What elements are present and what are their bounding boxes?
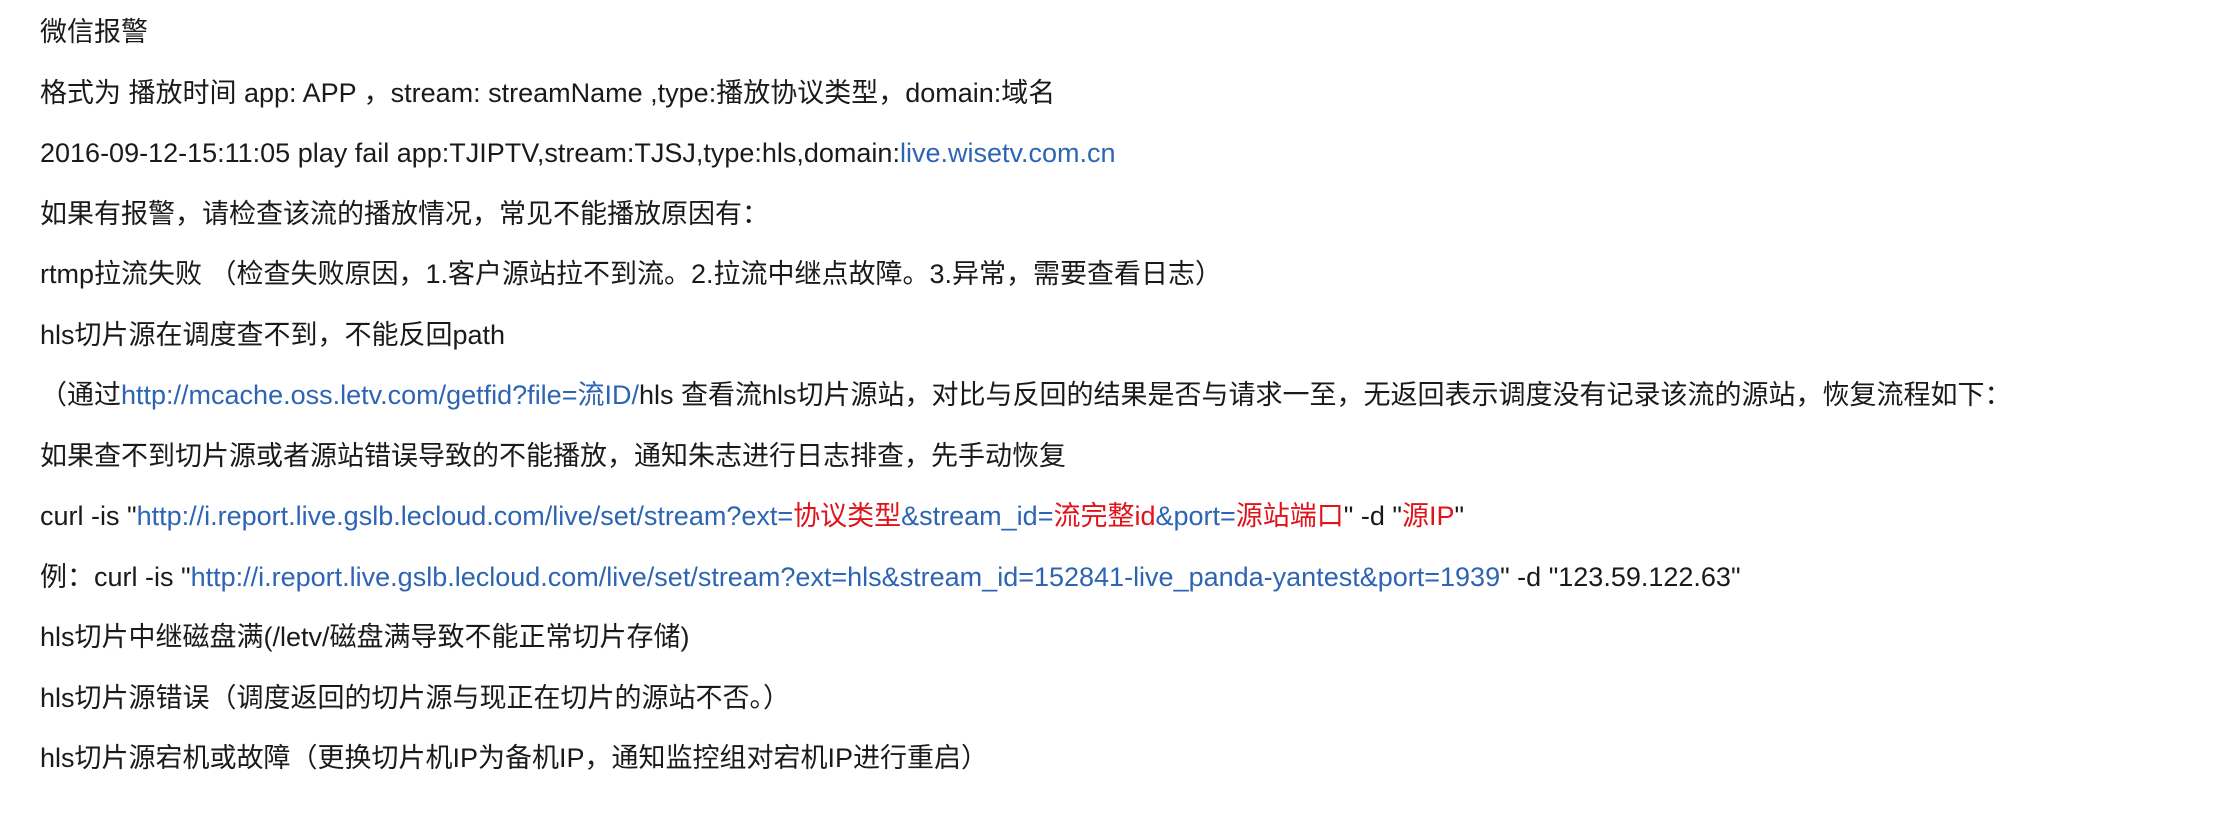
cause-hls-source-missing: hls切片源在调度查不到，不能反回path (40, 319, 506, 350)
cause-rtmp-pull-fail: rtmp拉流失败 （检查失败原因，1.客户源站拉不到流。2.拉流中继点故障。3.… (40, 259, 1223, 289)
domain-link[interactable]: live.wisetv.com.cn (900, 138, 1116, 168)
placeholder-stream-id: 流完整id (1053, 501, 1156, 531)
placeholder-source-ip: 源IP (1401, 501, 1455, 531)
report-url-link[interactable]: http://i.report.live.gslb.lecloud.com/li… (137, 501, 1344, 531)
curl-example-prefix: 例：curl -is " (40, 561, 191, 592)
mcache-prefix: （通过 (40, 380, 121, 410)
curl-end: " (1454, 501, 1465, 531)
alert-example-line: 2016-09-12-15:11:05 play fail app:TJIPTV… (40, 133, 2226, 173)
mcache-link[interactable]: http://mcache.oss.letv.com/getfid?file=流… (121, 380, 639, 410)
mcache-suffix: hls 查看流hls切片源站，对比与反回的结果是否与请求一至，无返回表示调度没有… (638, 380, 2012, 410)
curl-prefix: curl -is " (40, 501, 137, 531)
curl-mid: " -d " (1343, 501, 1402, 531)
manual-recovery-note: 如果查不到切片源或者源站错误导致的不能播放，通知朱志进行日志排查，先手动恢复 (40, 440, 1066, 471)
placeholder-source-port: 源站端口 (1235, 501, 1344, 531)
report-url-part-3: &port= (1155, 501, 1236, 531)
alert-example-text: 2016-09-12-15:11:05 play fail app:TJIPTV… (40, 138, 900, 168)
cause-hls-source-down: hls切片源宕机或故障（更换切片机IP为备机IP，通知监控组对宕机IP进行重启） (40, 743, 989, 773)
report-url-part-2: &stream_id= (901, 501, 1054, 531)
cause-relay-disk-full: hls切片中继磁盘满(/letv/磁盘满导致不能正常切片存储) (40, 622, 690, 652)
mcache-check-line: （通过http://mcache.oss.letv.com/getfid?fil… (40, 375, 2226, 415)
cause-hls-source-error: hls切片源错误（调度返回的切片源与现正在切片的源站不否。） (40, 682, 791, 713)
check-instructions: 如果有报警，请检查该流的播放情况，常见不能播放原因有： (40, 198, 769, 229)
curl-example-line: 例：curl -is "http://i.report.live.gslb.le… (40, 557, 2226, 597)
document-body: 微信报警 格式为 播放时间 app: APP ，stream: streamNa… (0, 0, 2226, 778)
curl-template-line: curl -is "http://i.report.live.gslb.lecl… (40, 496, 2226, 536)
heading-wechat-alert: 微信报警 (40, 17, 148, 47)
curl-example-link[interactable]: http://i.report.live.gslb.lecloud.com/li… (191, 562, 1501, 592)
report-url-part-1: http://i.report.live.gslb.lecloud.com/li… (136, 501, 794, 531)
placeholder-protocol-type: 协议类型 (793, 501, 902, 531)
curl-example-suffix: " -d "123.59.122.63" (1500, 561, 1741, 592)
format-description: 格式为 播放时间 app: APP ，stream: streamName ,t… (40, 77, 1056, 108)
